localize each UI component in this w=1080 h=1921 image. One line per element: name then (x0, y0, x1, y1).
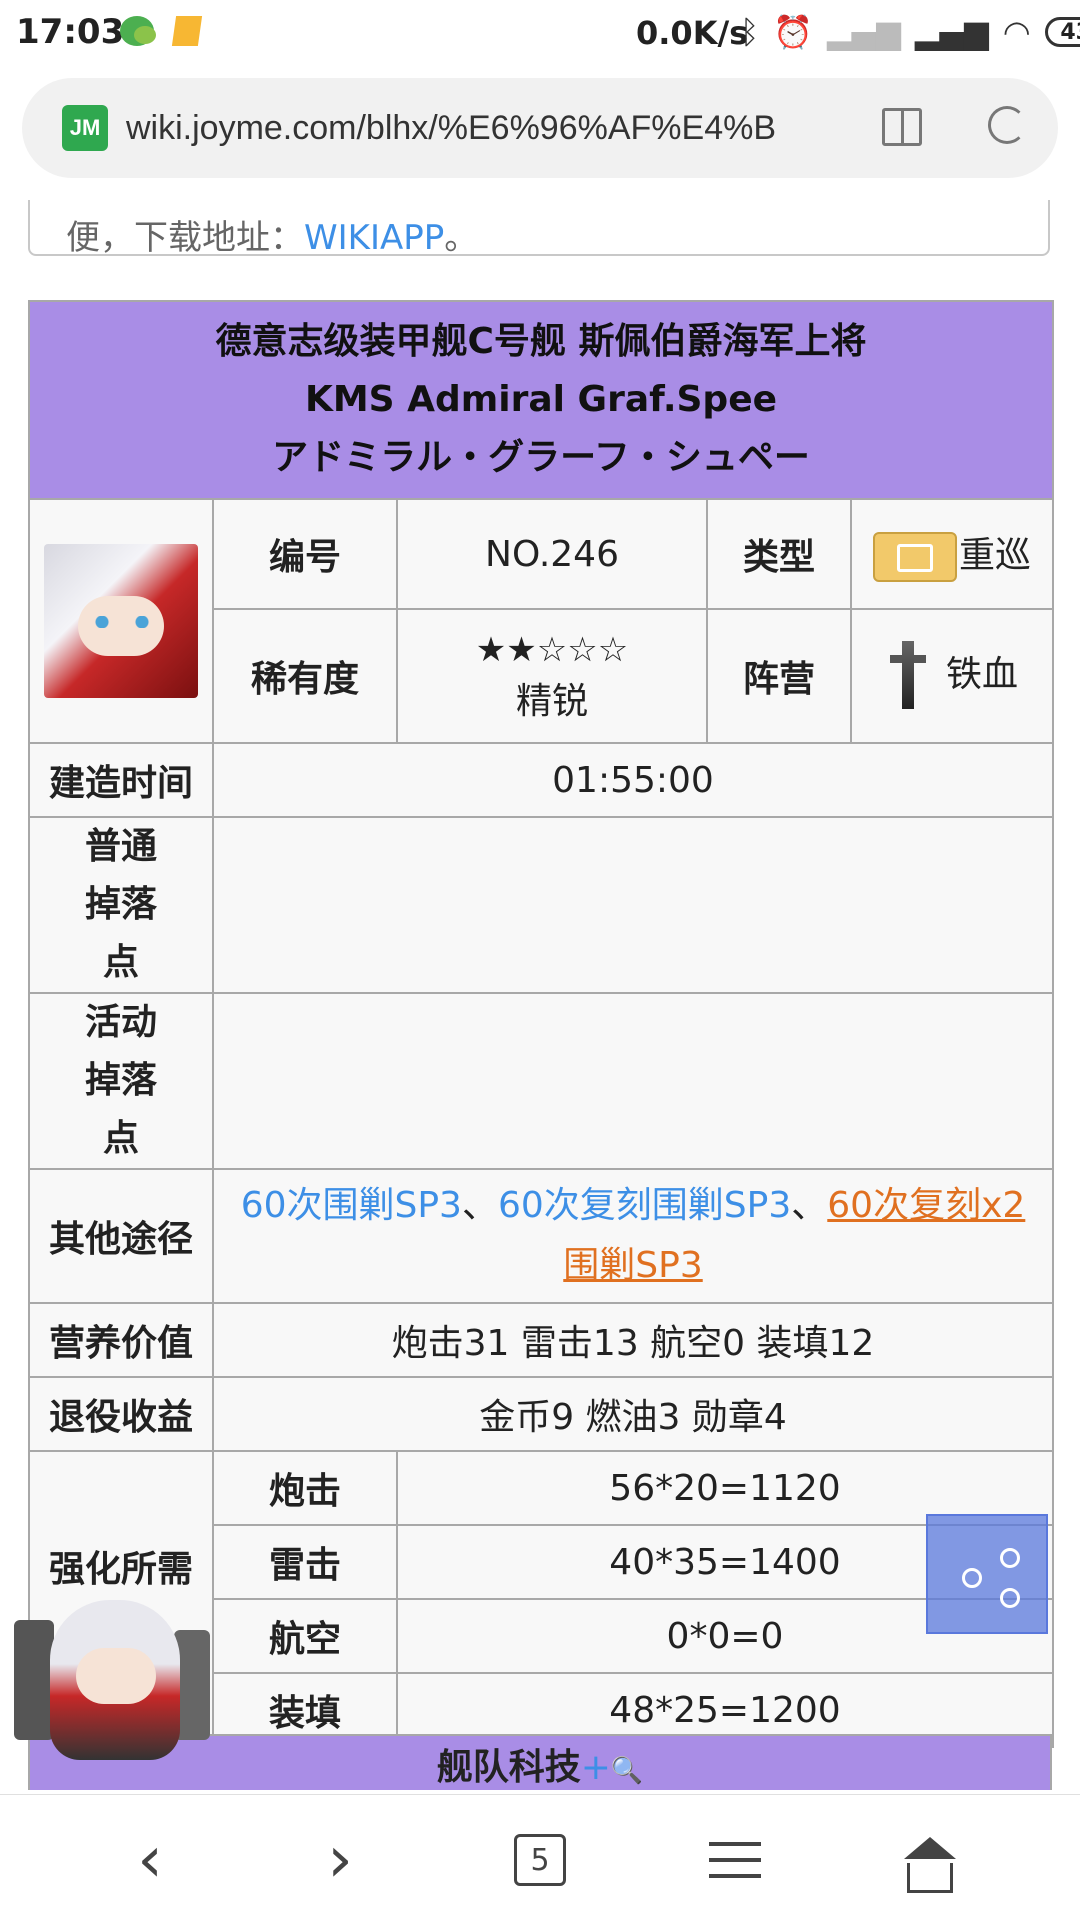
note-icon (171, 16, 203, 46)
search-icon[interactable]: 🔍 (611, 1756, 643, 1786)
home-icon[interactable] (895, 1825, 965, 1895)
fleet-tech-title: 舰队科技 (436, 1747, 581, 1788)
faction-cell: 铁血 (850, 608, 1054, 744)
notice-label: 便，下载地址： (66, 218, 304, 258)
ship-info-table: 德意志级装甲舰C号舰 斯佩伯爵海军上将 KMS Admiral Graf.Spe… (28, 300, 1054, 1748)
ship-title-jp: アドミラル・グラーフ・シュペー (272, 437, 810, 478)
retire-value: 金币9 燃油3 勋章4 (212, 1376, 1054, 1452)
notice-suffix: 。 (444, 218, 479, 258)
expand-plus[interactable]: + (581, 1747, 611, 1788)
label-torpedo: 雷击 (212, 1524, 398, 1600)
status-time: 17:03 (16, 12, 125, 52)
other-sources: 60次围剿SP3、60次复刻围剿SP3、60次复刻x2围剿SP3 (212, 1168, 1054, 1304)
label-retire: 退役收益 (28, 1376, 214, 1452)
build-time[interactable]: 01:55:00 (212, 742, 1054, 818)
label-nutrition: 营养价值 (28, 1302, 214, 1378)
share-icon (1000, 1588, 1020, 1608)
label-event-drop: 活动掉落点 (28, 992, 214, 1170)
url-text[interactable]: wiki.joyme.com/blhx/%E6%96%AF%E4%B (126, 109, 806, 148)
alarm-icon: ⏰ (773, 13, 814, 51)
bluetooth-icon: ᛒ (740, 13, 760, 51)
nutrition-value: 炮击31 雷击13 航空0 装填12 (212, 1302, 1054, 1378)
share-button[interactable] (926, 1514, 1048, 1634)
battery-icon: 43 (1044, 17, 1080, 47)
rarity-cell: ★★☆☆☆ 精锐 (396, 608, 708, 744)
share-icon (1000, 1548, 1020, 1568)
system-icons: ᛒ ⏰ ▂▄▆ ▂▄▆ ◠ 43 (740, 14, 1080, 50)
mascot-face (76, 1648, 156, 1704)
menu-icon[interactable] (700, 1825, 770, 1895)
ship-title-en: KMS Admiral Graf.Spee (304, 379, 778, 420)
rarity-stars: ★★☆☆☆ (475, 630, 629, 670)
label-normal-drop: 普通掉落点 (28, 816, 214, 994)
source-separator: 、 (791, 1185, 828, 1226)
normal-drop (212, 816, 1054, 994)
signal-icon: ▂▄▆ (914, 13, 989, 51)
label-firepower: 炮击 (212, 1450, 398, 1526)
label-build-time: 建造时间 (28, 742, 214, 818)
source-separator: 、 (461, 1185, 498, 1226)
address-bar[interactable]: JM wiki.joyme.com/blhx/%E6%96%AF%E4%B (22, 78, 1058, 178)
label-aviation: 航空 (212, 1598, 398, 1674)
status-bar: 17:03 0.0K/s ᛒ ⏰ ▂▄▆ ▂▄▆ ◠ 43 (0, 0, 1080, 70)
site-favicon-icon: JM (62, 105, 108, 151)
ship-type-cell: 重巡 (850, 498, 1054, 610)
ship-faction: 铁血 (945, 654, 1018, 695)
ship-title-cn: 德意志级装甲舰C号舰 斯佩伯爵海军上将 (215, 321, 867, 362)
label-other: 其他途径 (28, 1168, 214, 1304)
back-icon[interactable]: ‹ (115, 1823, 185, 1897)
reader-mode-icon[interactable] (882, 108, 922, 146)
ironblood-icon (886, 641, 930, 711)
source-link[interactable]: 60次复刻围剿SP3 (498, 1185, 791, 1226)
notification-icons (120, 16, 203, 46)
tabs-button[interactable]: 5 (505, 1825, 575, 1895)
source-link[interactable]: 60次围剿SP3 (241, 1185, 462, 1226)
ship-type: 重巡 (958, 535, 1031, 576)
label-type: 类型 (706, 498, 852, 610)
label-number: 编号 (212, 498, 398, 610)
refresh-icon[interactable] (988, 106, 1026, 144)
wifi-icon: ◠ (1002, 13, 1031, 51)
mascot-rigging-left (14, 1620, 54, 1740)
ship-title-header: 德意志级装甲舰C号舰 斯佩伯爵海军上将 KMS Admiral Graf.Spe… (28, 300, 1054, 500)
share-icon (962, 1568, 982, 1588)
signal-icon: ▂▄▆ (827, 13, 901, 51)
network-speed: 0.0K/s (636, 14, 749, 52)
tab-count: 5 (514, 1834, 566, 1886)
floating-mascot[interactable] (14, 1560, 214, 1770)
browser-bottom-nav: ‹ › 5 (0, 1794, 1080, 1921)
wechat-icon (120, 16, 156, 46)
ship-portrait[interactable] (44, 544, 198, 698)
ship-number: NO.246 (396, 498, 708, 610)
rarity-name: 精锐 (515, 681, 588, 722)
page-content: 便，下载地址：WIKIAPP。 德意志级装甲舰C号舰 斯佩伯爵海军上将 KMS … (0, 200, 1080, 1790)
label-faction: 阵营 (706, 608, 852, 744)
notice-text: 便，下载地址：WIKIAPP。 (66, 210, 478, 259)
ship-portrait-cell (28, 498, 214, 744)
event-drop (212, 992, 1054, 1170)
label-rarity: 稀有度 (212, 608, 398, 744)
wikiapp-link[interactable]: WIKIAPP (304, 218, 444, 258)
notice-box: 便，下载地址：WIKIAPP。 (28, 200, 1050, 259)
heavy-cruiser-icon (872, 532, 957, 582)
forward-icon[interactable]: › (305, 1823, 375, 1897)
